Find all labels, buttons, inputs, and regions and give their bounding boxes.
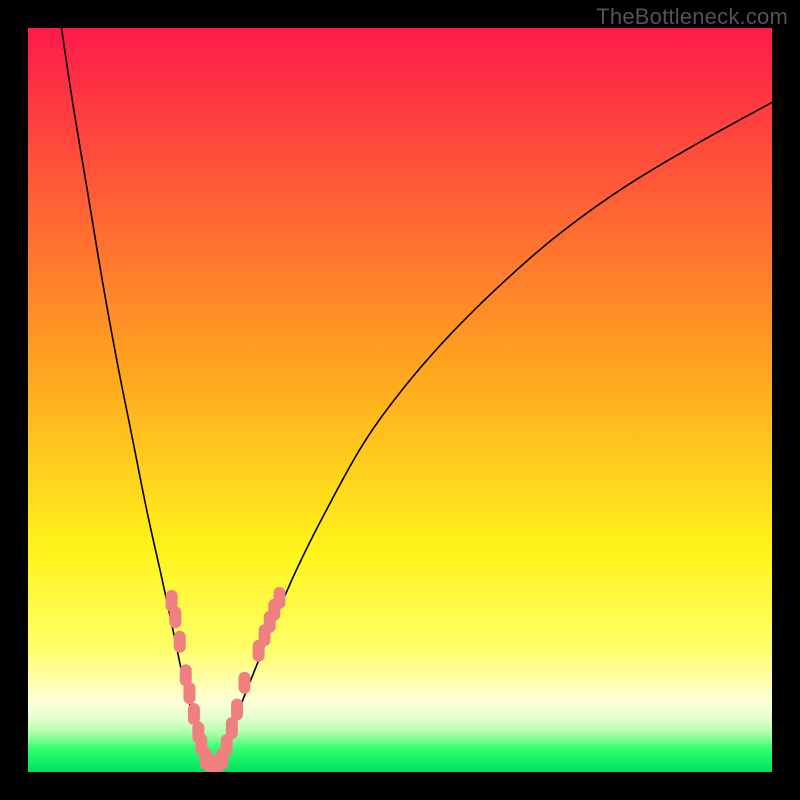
data-marker <box>183 682 195 704</box>
outer-frame: TheBottleneck.com <box>0 0 800 800</box>
chart-svg <box>28 28 772 772</box>
data-marker <box>239 672 251 694</box>
data-marker <box>273 587 285 609</box>
data-marker <box>174 631 186 653</box>
data-marker <box>231 699 243 721</box>
gradient-background <box>28 28 772 772</box>
plot-area <box>28 28 772 772</box>
data-marker <box>169 606 181 628</box>
attribution-text: TheBottleneck.com <box>596 4 788 30</box>
